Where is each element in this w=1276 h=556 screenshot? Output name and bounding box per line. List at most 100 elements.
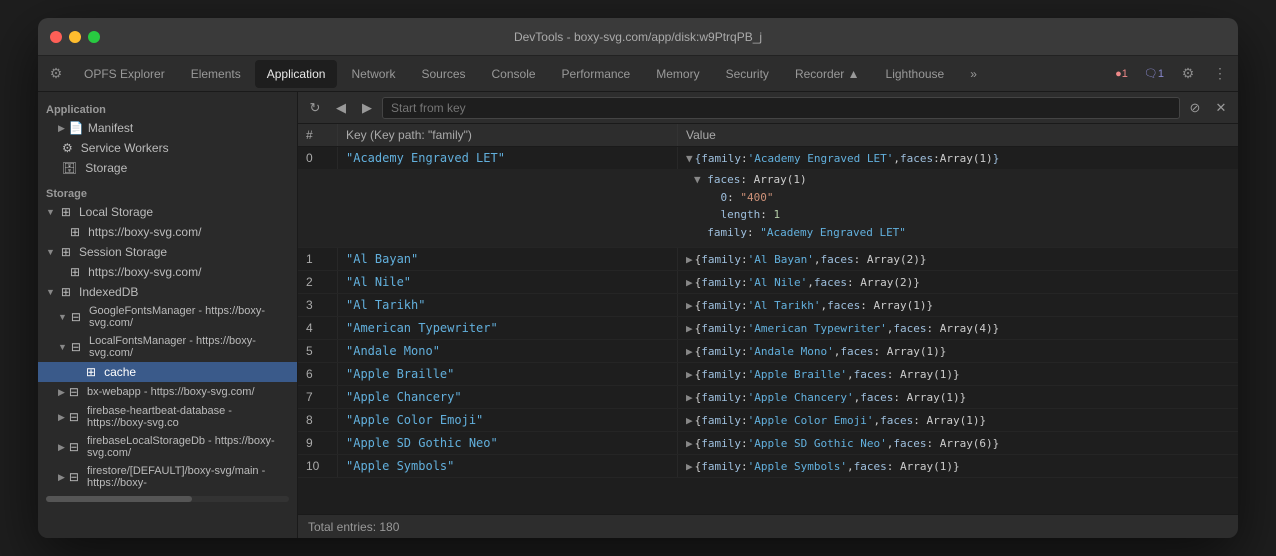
th-num: # bbox=[298, 124, 338, 146]
tab-elements[interactable]: Elements bbox=[179, 60, 253, 88]
expand-line-1: 0: "400" bbox=[694, 189, 774, 207]
sidebar-item-session-storage-url[interactable]: ⊞ https://boxy-svg.com/ bbox=[38, 262, 297, 282]
minimize-button[interactable] bbox=[69, 31, 81, 43]
statusbar: Total entries: 180 bbox=[298, 514, 1238, 538]
cell-val-6: ▶{family: 'Apple Braille', faces: Array(… bbox=[678, 363, 1238, 385]
cell-key-6: "Apple Braille" bbox=[338, 363, 678, 385]
sidebar-item-service-workers[interactable]: ⚙ Service Workers bbox=[38, 138, 297, 158]
fl-arrow-icon: ▶ bbox=[58, 442, 65, 453]
cell-val-10: ▶{family: 'Apple Symbols', faces: Array(… bbox=[678, 455, 1238, 477]
firebase-local-label: firebaseLocalStorageDb - https://boxy-sv… bbox=[87, 435, 289, 459]
sidebar-item-bx-webapp[interactable]: ▶ ⊟ bx-webapp - https://boxy-svg.com/ bbox=[38, 382, 297, 402]
tab-performance[interactable]: Performance bbox=[550, 60, 643, 88]
cell-key-2: "Al Nile" bbox=[338, 271, 678, 293]
cell-num-9: 9 bbox=[298, 432, 338, 454]
idb-db-icon: ⊞ bbox=[61, 285, 71, 299]
tab-recorder[interactable]: Recorder ▲ bbox=[783, 60, 872, 88]
tab-application[interactable]: Application bbox=[255, 60, 338, 88]
cell-val-8: ▶{family: 'Apple Color Emoji', faces: Ar… bbox=[678, 409, 1238, 431]
cell-val-1: ▶{family: 'Al Bayan', faces: Array(2)} bbox=[678, 248, 1238, 270]
sidebar-item-indexeddb[interactable]: ▼ ⊞ IndexedDB bbox=[38, 282, 297, 302]
sidebar-item-local-storage[interactable]: ▼ ⊞ Local Storage bbox=[38, 202, 297, 222]
refresh-button[interactable]: ↻ bbox=[304, 97, 326, 119]
more-icon[interactable]: ⋮ bbox=[1206, 60, 1234, 88]
indexeddb-label: IndexedDB bbox=[79, 285, 138, 299]
sidebar-scrollbar-thumb bbox=[46, 496, 192, 502]
clear-button[interactable]: ⊘ bbox=[1184, 97, 1206, 119]
content-toolbar: ↻ ◀ ▶ ⊘ ✕ bbox=[298, 92, 1238, 124]
table-row[interactable]: 0 "Academy Engraved LET" ▼ {family: 'Aca… bbox=[298, 147, 1238, 169]
cell-key-10: "Apple Symbols" bbox=[338, 455, 678, 477]
cell-key-4: "American Typewriter" bbox=[338, 317, 678, 339]
tree-arrow-icon: ▶ bbox=[58, 123, 65, 134]
table-row[interactable]: 8 "Apple Color Emoji" ▶{family: 'Apple C… bbox=[298, 409, 1238, 432]
tabbar-right: ●1 🗨1 ⚙ ⋮ bbox=[1109, 60, 1234, 88]
sidebar-item-manifest[interactable]: ▶ 📄 Manifest bbox=[38, 118, 297, 138]
tab-lighthouse[interactable]: Lighthouse bbox=[874, 60, 957, 88]
maximize-button[interactable] bbox=[88, 31, 100, 43]
ss-url-icon: ⊞ bbox=[70, 265, 80, 279]
sidebar-scrollbar[interactable] bbox=[46, 496, 289, 502]
sidebar-item-firebase-heartbeat[interactable]: ▶ ⊟ firebase-heartbeat-database - https:… bbox=[38, 402, 297, 432]
sidebar-item-storage[interactable]: 🗄 Storage bbox=[38, 158, 297, 178]
tab-network[interactable]: Network bbox=[339, 60, 407, 88]
cell-key-8: "Apple Color Emoji" bbox=[338, 409, 678, 431]
ls-db-icon: ⊞ bbox=[61, 205, 71, 219]
expand-line-2: length: 1 bbox=[694, 206, 780, 224]
sidebar-item-firestore[interactable]: ▶ ⊟ firestore/[DEFAULT]/boxy-svg/main - … bbox=[38, 462, 297, 492]
error-badge[interactable]: ●1 bbox=[1109, 66, 1134, 82]
sidebar-item-local-fonts[interactable]: ▼ ⊟ LocalFontsManager - https://boxy-svg… bbox=[38, 332, 297, 362]
tab-more[interactable]: » bbox=[958, 60, 989, 88]
cell-key-9: "Apple SD Gothic Neo" bbox=[338, 432, 678, 454]
session-storage-label: Session Storage bbox=[79, 245, 167, 259]
sidebar-item-local-storage-url[interactable]: ⊞ https://boxy-svg.com/ bbox=[38, 222, 297, 242]
expanded-row-0: ▼ faces: Array(1) 0: "400" length: 1 fam… bbox=[298, 169, 1238, 248]
folder-icon: 📄 bbox=[69, 121, 84, 135]
fh-db-icon: ⊟ bbox=[69, 410, 79, 424]
console-badge[interactable]: 🗨1 bbox=[1138, 65, 1170, 82]
tab-console[interactable]: Console bbox=[480, 60, 548, 88]
sidebar-item-firebase-local[interactable]: ▶ ⊟ firebaseLocalStorageDb - https://box… bbox=[38, 432, 297, 462]
next-button[interactable]: ▶ bbox=[356, 97, 378, 119]
table-row[interactable]: 2 "Al Nile" ▶{family: 'Al Nile', faces: … bbox=[298, 271, 1238, 294]
table-row[interactable]: 9 "Apple SD Gothic Neo" ▶{family: 'Apple… bbox=[298, 432, 1238, 455]
devtools-icon-btn[interactable]: ⚙ bbox=[42, 60, 70, 88]
table-row[interactable]: 6 "Apple Braille" ▶{family: 'Apple Brail… bbox=[298, 363, 1238, 386]
fl-db-icon: ⊟ bbox=[69, 440, 79, 454]
settings-icon[interactable]: ⚙ bbox=[1174, 60, 1202, 88]
lf-db-icon: ⊟ bbox=[71, 340, 81, 354]
table-row[interactable]: 4 "American Typewriter" ▶{family: 'Ameri… bbox=[298, 317, 1238, 340]
close-button[interactable]: ✕ bbox=[1210, 97, 1232, 119]
devtools-window: DevTools - boxy-svg.com/app/disk:w9PtrqP… bbox=[38, 18, 1238, 538]
storage-icon: 🗄 bbox=[62, 161, 77, 175]
cell-num-8: 8 bbox=[298, 409, 338, 431]
table-row[interactable]: 1 "Al Bayan" ▶{family: 'Al Bayan', faces… bbox=[298, 248, 1238, 271]
sidebar: Application ▶ 📄 Manifest ⚙ Service Worke… bbox=[38, 92, 298, 538]
gf-arrow-icon: ▼ bbox=[58, 312, 67, 322]
traffic-lights bbox=[50, 31, 100, 43]
table-row[interactable]: 10 "Apple Symbols" ▶{family: 'Apple Symb… bbox=[298, 455, 1238, 478]
ls-arrow-icon: ▼ bbox=[46, 207, 55, 217]
application-section-label: Application bbox=[38, 100, 297, 118]
sidebar-item-google-fonts[interactable]: ▼ ⊟ GoogleFontsManager - https://boxy-sv… bbox=[38, 302, 297, 332]
prev-button[interactable]: ◀ bbox=[330, 97, 352, 119]
table-row[interactable]: 5 "Andale Mono" ▶{family: 'Andale Mono',… bbox=[298, 340, 1238, 363]
tab-memory[interactable]: Memory bbox=[644, 60, 711, 88]
tab-security[interactable]: Security bbox=[714, 60, 781, 88]
cell-num-10: 10 bbox=[298, 455, 338, 477]
sidebar-item-cache[interactable]: ⊞ cache bbox=[38, 362, 297, 382]
tabbar: ⚙ OPFS Explorer Elements Application Net… bbox=[38, 56, 1238, 92]
sidebar-item-session-storage[interactable]: ▼ ⊞ Session Storage bbox=[38, 242, 297, 262]
fh-arrow-icon: ▶ bbox=[58, 412, 65, 423]
cell-key-7: "Apple Chancery" bbox=[338, 386, 678, 408]
table-row[interactable]: 3 "Al Tarikh" ▶{family: 'Al Tarikh', fac… bbox=[298, 294, 1238, 317]
bx-webapp-label: bx-webapp - https://boxy-svg.com/ bbox=[87, 386, 255, 398]
key-search-input[interactable] bbox=[382, 97, 1180, 119]
tab-sources[interactable]: Sources bbox=[409, 60, 477, 88]
cell-val-3: ▶{family: 'Al Tarikh', faces: Array(1)} bbox=[678, 294, 1238, 316]
cell-key-3: "Al Tarikh" bbox=[338, 294, 678, 316]
tab-opfs[interactable]: OPFS Explorer bbox=[72, 60, 177, 88]
close-button[interactable] bbox=[50, 31, 62, 43]
table-row[interactable]: 7 "Apple Chancery" ▶{family: 'Apple Chan… bbox=[298, 386, 1238, 409]
cell-num-6: 6 bbox=[298, 363, 338, 385]
